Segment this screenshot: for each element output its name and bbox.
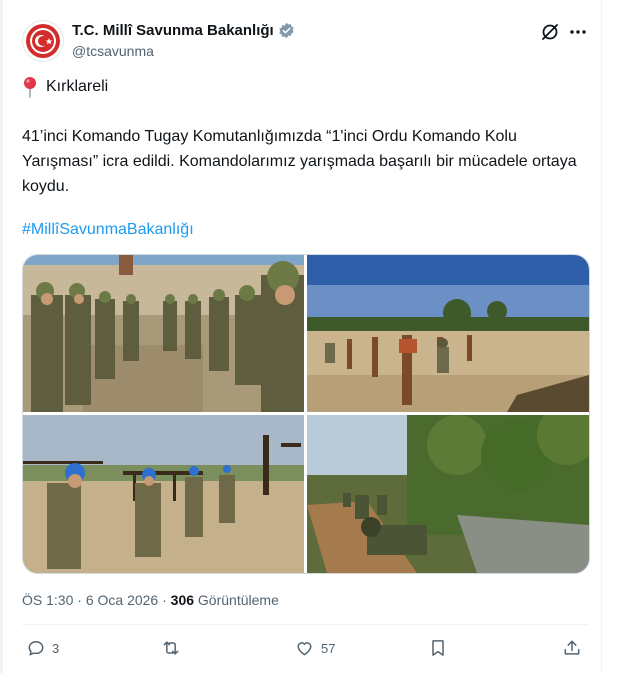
divider bbox=[22, 624, 588, 625]
reply-button[interactable]: 3 bbox=[26, 638, 59, 658]
like-button[interactable]: 57 bbox=[294, 638, 335, 658]
timeline-border-left bbox=[0, 0, 3, 673]
handle[interactable]: @tcsavunma bbox=[72, 43, 154, 59]
meta-separator: · bbox=[77, 592, 82, 608]
soldiers-formation-photo[interactable] bbox=[23, 255, 304, 412]
tweet-time[interactable]: ÖS 1:30 bbox=[22, 592, 73, 608]
action-bar: 3 57 bbox=[22, 638, 588, 668]
bookmark-icon bbox=[432, 640, 444, 656]
round-pushpin-icon bbox=[24, 77, 36, 98]
reply-icon bbox=[28, 641, 44, 656]
tweet-header: T.C. Millî Savunma Bakanlığı @tcsavunma bbox=[22, 20, 588, 64]
share-button[interactable] bbox=[562, 638, 582, 658]
grok-icon[interactable] bbox=[540, 22, 560, 42]
obstacle-course-photo[interactable] bbox=[307, 255, 589, 412]
meta-separator-2: · bbox=[162, 592, 167, 608]
tweet-text: 41’inci Komando Tugay Komutanlığımızda “… bbox=[22, 128, 577, 195]
retweet-button[interactable] bbox=[160, 638, 188, 658]
like-count: 57 bbox=[321, 640, 336, 656]
location-line: Kırklareli bbox=[22, 76, 108, 98]
ministry-seal-icon bbox=[26, 24, 60, 58]
location-text: Kırklareli bbox=[46, 78, 109, 95]
heart-icon bbox=[297, 642, 312, 656]
page-gutter bbox=[602, 0, 623, 673]
display-name[interactable]: T.C. Millî Savunma Bakanlığı bbox=[72, 22, 274, 39]
rope-training-photo[interactable] bbox=[23, 415, 304, 573]
verified-badge-icon bbox=[279, 22, 294, 39]
tweet-date[interactable]: 6 Oca 2026 bbox=[86, 592, 158, 608]
bookmark-button[interactable] bbox=[428, 638, 448, 658]
media-grid bbox=[22, 254, 590, 574]
views-count: 306 bbox=[170, 592, 195, 608]
retweet-icon bbox=[163, 641, 179, 655]
reply-count: 3 bbox=[52, 640, 60, 656]
avatar[interactable] bbox=[22, 20, 64, 62]
tweet-meta: ÖS 1:30 · 6 Oca 2026 · 306 Görüntüleme bbox=[22, 592, 279, 608]
crawling-exercise-photo[interactable] bbox=[307, 415, 589, 573]
views-label: Görüntüleme bbox=[197, 592, 279, 608]
more-dots-icon[interactable] bbox=[568, 22, 588, 42]
share-icon bbox=[564, 640, 580, 655]
hashtag-link[interactable]: #MillîSavunmaBakanlığı bbox=[22, 221, 194, 239]
